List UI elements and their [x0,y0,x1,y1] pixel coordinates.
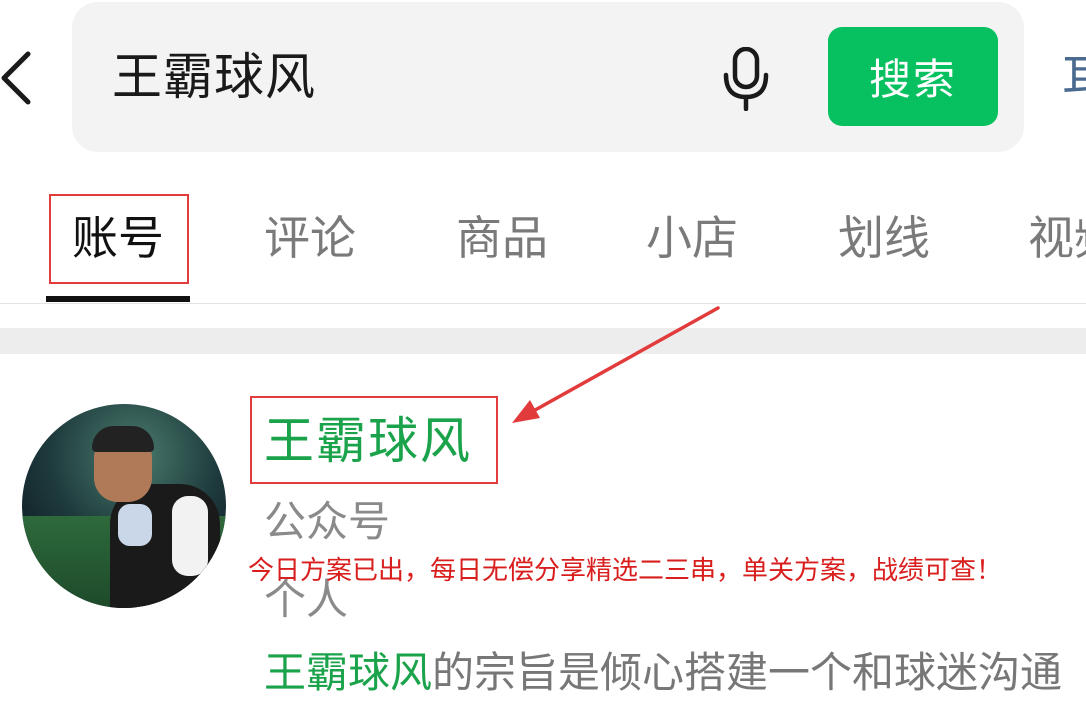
voice-search-button[interactable] [720,46,772,112]
description-text: 的宗旨是倾心搭建一个和球迷沟通 [432,648,1063,697]
tab-comments[interactable]: 评论 [264,208,356,268]
active-tab-indicator [46,296,190,302]
search-button[interactable]: 搜索 [828,27,998,126]
avatar[interactable] [22,404,226,608]
tab-shop[interactable]: 小店 [646,208,738,268]
annotation-text: 今日方案已出，每日无偿分享精选二三串，单关方案，战绩可查！ [248,556,1003,586]
tab-bar: 账号 评论 商品 小店 划线 视频 [0,190,1086,302]
back-button[interactable] [0,42,40,112]
section-separator [0,328,1086,354]
tab-account[interactable]: 账号 [72,208,164,268]
account-type: 公众号 [264,497,391,546]
search-input[interactable]: 王霸球风 [112,44,316,110]
account-description: 王霸球风的宗旨是倾心搭建一个和球迷沟通 [264,645,1086,701]
tab-underline-notes[interactable]: 划线 [838,208,930,268]
cancel-button[interactable]: 耳 [1062,44,1086,110]
tab-products[interactable]: 商品 [456,208,548,268]
description-highlight: 王霸球风 [264,648,433,697]
divider [0,303,1086,304]
chevron-left-icon [1,51,31,105]
tab-video[interactable]: 视频 [1028,208,1086,268]
account-name[interactable]: 王霸球风 [264,408,472,474]
microphone-icon [723,46,769,112]
